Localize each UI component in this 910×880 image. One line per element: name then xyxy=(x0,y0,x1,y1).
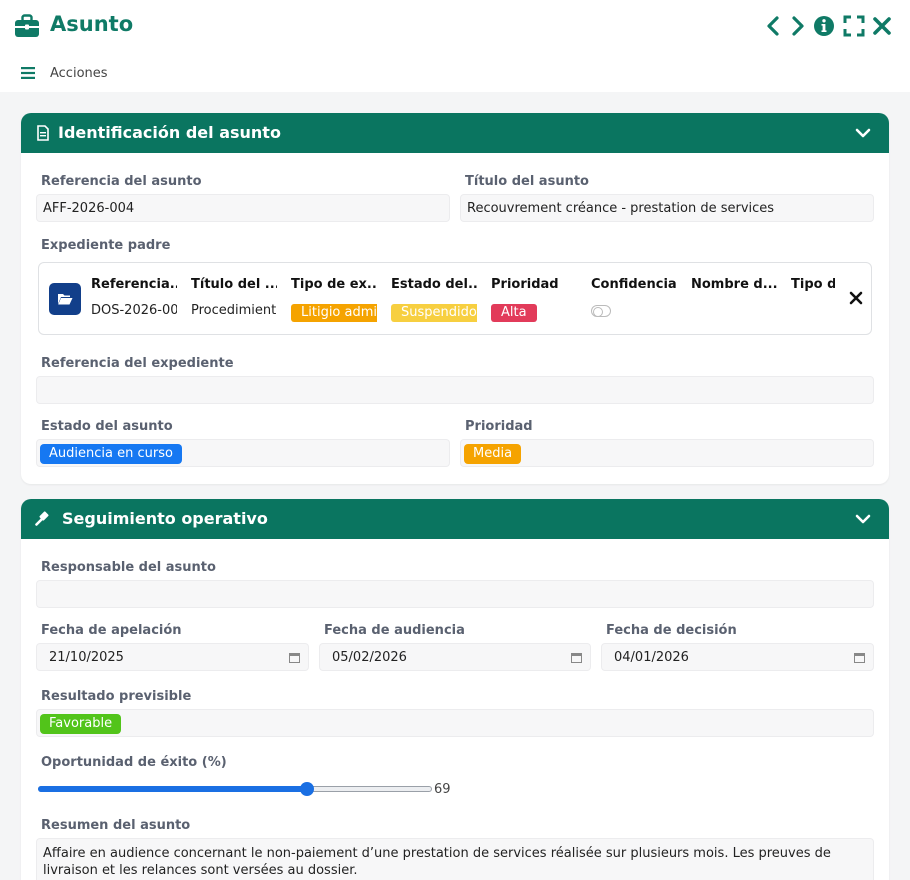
fecha-apelacion-value: 21/10/2025 xyxy=(49,650,124,665)
estado-asunto-badge: Audiencia en curso xyxy=(40,444,182,464)
gavel-icon xyxy=(35,511,49,526)
chevron-left-icon xyxy=(767,16,779,36)
column-header[interactable]: Título del ... xyxy=(191,277,277,292)
close-button[interactable] xyxy=(870,14,894,38)
fecha-decision-value: 04/01/2026 xyxy=(614,650,689,665)
calendar-icon[interactable] xyxy=(854,652,865,663)
fullscreen-icon xyxy=(843,15,865,37)
referencia-cell: DOS-2026-00 xyxy=(91,303,177,318)
previous-button[interactable] xyxy=(762,14,786,38)
expediente-padre-label: Expediente padre xyxy=(41,238,171,253)
title-bar: Asunto xyxy=(0,0,910,54)
titulo-cell: Procedimiento xyxy=(191,303,277,318)
panel-title: Identificación del asunto xyxy=(58,123,281,142)
prioridad-label: Prioridad xyxy=(465,419,533,434)
resultado-badge: Favorable xyxy=(40,714,122,734)
chevron-down-icon xyxy=(855,514,871,524)
titulo-label: Título del asunto xyxy=(465,174,589,189)
titulo-field[interactable]: Recouvrement créance - prestation de ser… xyxy=(460,194,874,222)
referencia-expediente-label: Referencia del expediente xyxy=(41,356,234,371)
hamburger-menu-icon[interactable] xyxy=(21,67,35,79)
resultado-label: Resultado previsible xyxy=(41,689,192,704)
slider-thumb[interactable] xyxy=(300,782,315,796)
fullscreen-button[interactable] xyxy=(842,14,866,38)
document-icon xyxy=(37,125,49,141)
column-header[interactable]: Referencia... xyxy=(91,277,177,292)
column-header[interactable]: Tipo de xyxy=(791,277,835,292)
expediente-padre-table: Referencia... Título del ... Tipo de ex.… xyxy=(38,262,872,335)
action-bar: Acciones xyxy=(0,54,910,92)
prioridad-asunto-badge: Media xyxy=(464,444,522,464)
window-title: Asunto xyxy=(50,12,134,36)
calendar-icon[interactable] xyxy=(571,652,582,663)
info-icon xyxy=(814,16,834,36)
slider-fill xyxy=(38,786,308,792)
confidencial-toggle xyxy=(591,305,611,317)
fecha-apelacion-label: Fecha de apelación xyxy=(41,623,182,638)
confidencial-cell xyxy=(591,303,677,321)
fecha-decision-input[interactable]: 04/01/2026 xyxy=(601,643,874,671)
fecha-decision-label: Fecha de decisión xyxy=(606,623,737,638)
oportunidad-label: Oportunidad de éxito (%) xyxy=(41,755,227,770)
calendar-icon[interactable] xyxy=(289,652,300,663)
fecha-apelacion-input[interactable]: 21/10/2025 xyxy=(36,643,309,671)
estado-cell: Suspendido xyxy=(391,304,477,322)
fecha-audiencia-value: 05/02/2026 xyxy=(332,650,407,665)
tipo-cell: Litigio admin xyxy=(291,304,377,322)
next-button[interactable] xyxy=(785,14,809,38)
remove-expediente-icon[interactable] xyxy=(849,291,863,305)
referencia-field[interactable]: AFF-2026-004 xyxy=(36,194,450,222)
estado-badge: Suspendido xyxy=(391,304,477,322)
column-header[interactable]: Tipo de ex... xyxy=(291,277,377,292)
fecha-audiencia-label: Fecha de audiencia xyxy=(324,623,465,638)
estado-asunto-field[interactable]: Audiencia en curso xyxy=(36,439,450,467)
open-expediente-button[interactable] xyxy=(49,283,81,315)
referencia-expediente-field[interactable] xyxy=(36,376,874,404)
briefcase-icon xyxy=(15,14,39,37)
fecha-audiencia-input[interactable]: 05/02/2026 xyxy=(319,643,591,671)
seguimiento-panel-header[interactable]: Seguimiento operativo xyxy=(21,499,889,539)
panel-title: Seguimiento operativo xyxy=(62,509,268,528)
oportunidad-value: 69 xyxy=(434,782,451,797)
seguimiento-panel: Seguimiento operativo Responsable del as… xyxy=(21,499,889,880)
resumen-textarea[interactable]: Affaire en audience concernant le non-pa… xyxy=(36,838,874,880)
folder-open-icon xyxy=(58,294,73,305)
column-header[interactable]: Confidencial xyxy=(591,277,677,292)
resumen-label: Resumen del asunto xyxy=(41,818,191,833)
info-button[interactable] xyxy=(812,14,836,38)
responsable-label: Responsable del asunto xyxy=(41,560,216,575)
prioridad-badge: Alta xyxy=(491,304,537,322)
referencia-label: Referencia del asunto xyxy=(41,174,202,189)
oportunidad-slider[interactable] xyxy=(38,781,433,797)
chevron-down-icon xyxy=(855,128,871,138)
actions-menu[interactable]: Acciones xyxy=(50,66,108,81)
column-header[interactable]: Nombre d... xyxy=(691,277,777,292)
responsable-field[interactable] xyxy=(36,580,874,608)
column-header[interactable]: Estado del... xyxy=(391,277,477,292)
asunto-window: Asunto Acciones Identificación del asunt… xyxy=(0,0,910,880)
column-header[interactable]: Prioridad xyxy=(491,277,577,292)
prioridad-cell: Alta xyxy=(491,304,577,322)
identificacion-panel-header[interactable]: Identificación del asunto xyxy=(21,113,889,153)
identificacion-panel: Identificación del asunto Referencia del… xyxy=(21,113,889,484)
estado-asunto-label: Estado del asunto xyxy=(41,419,173,434)
prioridad-field[interactable]: Media xyxy=(460,439,874,467)
tipo-badge: Litigio admin xyxy=(291,304,377,322)
close-icon xyxy=(873,17,891,35)
chevron-right-icon xyxy=(792,16,804,36)
resultado-field[interactable]: Favorable xyxy=(36,709,874,737)
